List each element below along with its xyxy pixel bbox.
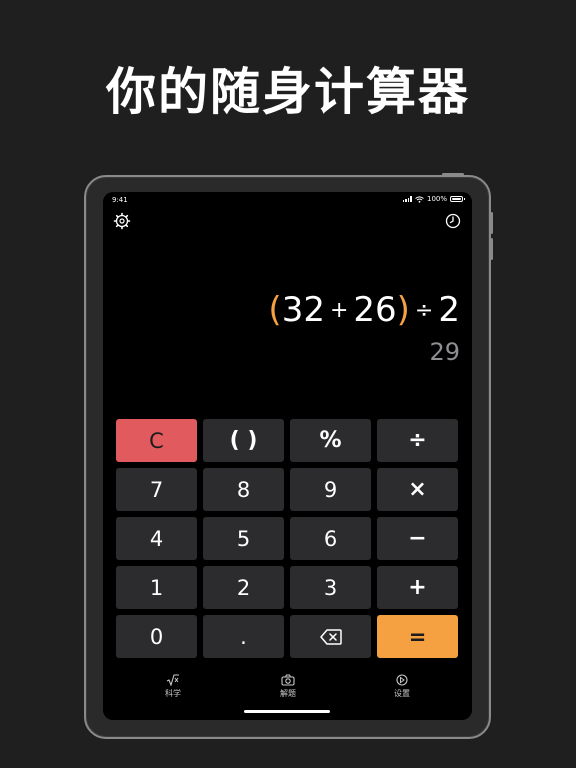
status-bar: 9:41 100% xyxy=(103,192,472,208)
power-button xyxy=(442,173,464,176)
digit-2-key[interactable]: 2 xyxy=(203,566,284,609)
digit-6-key[interactable]: 6 xyxy=(290,517,371,560)
expression-close-paren: ) xyxy=(396,290,410,330)
volume-down-button xyxy=(490,238,493,260)
battery-percent: 100% xyxy=(426,195,447,203)
percent-key[interactable]: % xyxy=(290,419,371,462)
expression-operand: 32 xyxy=(281,290,325,330)
tab-label: 科学 xyxy=(165,689,181,698)
digit-1-key[interactable]: 1 xyxy=(116,566,197,609)
digit-8-key[interactable]: 8 xyxy=(203,468,284,511)
expression-operator: + xyxy=(329,297,349,323)
tab-solve[interactable]: 解题 xyxy=(258,674,318,699)
minus-key[interactable]: − xyxy=(377,517,458,560)
clear-key[interactable]: C xyxy=(116,419,197,462)
result-display: 29 xyxy=(429,338,460,366)
divide-key[interactable]: ÷ xyxy=(377,419,458,462)
decimal-key[interactable]: . xyxy=(203,615,284,658)
digit-0-key[interactable]: 0 xyxy=(116,615,197,658)
history-clock-icon[interactable] xyxy=(444,212,462,230)
expression-operand: 26 xyxy=(353,290,397,330)
expression-operator: ÷ xyxy=(414,297,434,323)
digit-9-key[interactable]: 9 xyxy=(290,468,371,511)
expression-open-paren: ( xyxy=(268,290,282,330)
camera-icon xyxy=(281,674,295,686)
backspace-icon xyxy=(319,628,342,645)
digit-4-key[interactable]: 4 xyxy=(116,517,197,560)
tab-scientific[interactable]: 科学 xyxy=(143,674,203,699)
home-indicator xyxy=(244,710,330,713)
multiply-key[interactable]: × xyxy=(377,468,458,511)
digit-5-key[interactable]: 5 xyxy=(203,517,284,560)
plus-key[interactable]: + xyxy=(377,566,458,609)
keypad: C( )% ÷ 7 8 9 × 4 5 6− 1 2 3 +0. = xyxy=(116,419,458,658)
tab-settings[interactable]: 设置 xyxy=(372,674,432,699)
tab-bar: 科学 解题 设置 xyxy=(103,674,472,704)
expression-display: ( 32 + 26 ) ÷ 2 xyxy=(268,290,460,330)
backspace-key[interactable] xyxy=(290,615,371,658)
tab-label: 设置 xyxy=(394,689,410,698)
tab-label: 解题 xyxy=(280,689,296,698)
expression-operand: 2 xyxy=(438,290,460,330)
screen: 9:41 100% (32 + 26) ÷ 2 29 C () % ÷ 7… xyxy=(103,192,472,720)
square-root-icon xyxy=(166,674,179,686)
battery-icon xyxy=(450,196,465,202)
settings-icon xyxy=(396,674,408,686)
headline: 你的随身计算器 xyxy=(106,63,470,121)
digit-7-key[interactable]: 7 xyxy=(116,468,197,511)
parentheses-key[interactable]: ( ) xyxy=(203,419,284,462)
signal-icon xyxy=(402,196,412,202)
equals-key[interactable]: = xyxy=(377,615,458,658)
status-time: 9:41 xyxy=(112,196,128,204)
gear-icon[interactable] xyxy=(113,212,131,230)
volume-up-button xyxy=(490,212,493,234)
wifi-icon xyxy=(415,195,424,203)
digit-3-key[interactable]: 3 xyxy=(290,566,371,609)
